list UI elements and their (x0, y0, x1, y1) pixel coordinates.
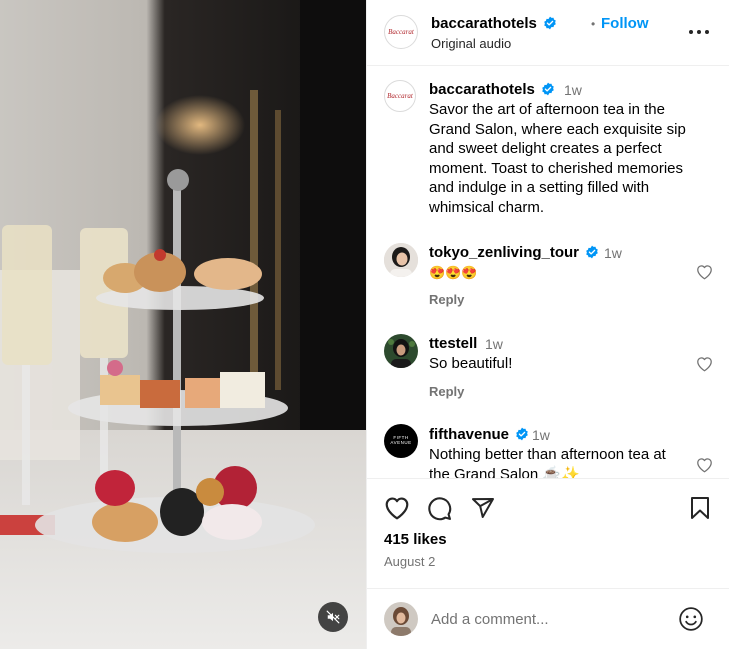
post-author-username[interactable]: baccarathotels (431, 15, 557, 32)
comment-button[interactable] (427, 496, 452, 526)
verified-icon (586, 245, 598, 258)
verified-icon (542, 82, 554, 95)
verified-icon (544, 16, 556, 29)
post-actions: 415 likes August 2 (367, 478, 729, 588)
more-icon (689, 30, 709, 34)
post-modal: Baccarat baccarathotels • Follow Origina… (0, 0, 729, 649)
verified-icon (516, 427, 528, 440)
avatar-photo (384, 334, 418, 368)
mute-button[interactable] (318, 602, 348, 632)
comment-username[interactable]: ttestell (429, 335, 477, 352)
reply-button[interactable]: Reply (429, 292, 464, 307)
avatar-logo-text: FIFTH AVENUE (390, 435, 412, 445)
share-icon (472, 498, 494, 518)
more-options-button[interactable] (687, 22, 711, 42)
avatar-logo-text: Baccarat (387, 91, 413, 100)
comment-text: So beautiful! (429, 355, 513, 372)
comment-username[interactable]: tokyo_zenliving_tour (429, 244, 599, 261)
save-button[interactable] (689, 496, 711, 525)
comment-text: Nothing better than afternoon tea at the… (429, 446, 666, 478)
comment-text: 😍😍😍 (429, 265, 478, 280)
comment-composer (367, 588, 729, 649)
post-video[interactable] (0, 0, 366, 649)
caption-text: Savor the art of afternoon tea in the Gr… (429, 101, 686, 216)
comment-time[interactable]: 1w (532, 427, 550, 443)
post-header: Baccarat baccarathotels • Follow Origina… (367, 0, 729, 66)
like-button[interactable] (384, 496, 410, 525)
avatar[interactable] (384, 243, 418, 277)
separator-dot: • (591, 17, 596, 31)
avatar[interactable]: FIFTH AVENUE (384, 424, 418, 458)
emoji-button[interactable] (678, 606, 704, 637)
afternoon-tea-image (0, 0, 366, 649)
avatar[interactable]: Baccarat (384, 80, 416, 112)
audio-link[interactable]: Original audio (431, 36, 511, 51)
like-comment-button[interactable] (696, 356, 713, 377)
emoji-icon (679, 607, 703, 631)
avatar-photo (384, 602, 418, 636)
follow-button[interactable]: Follow (601, 15, 649, 32)
avatar[interactable] (384, 334, 418, 368)
comment-time[interactable]: 1w (604, 245, 622, 261)
like-comment-button[interactable] (696, 457, 713, 478)
caption-time[interactable]: 1w (564, 82, 582, 98)
mute-icon (326, 610, 340, 624)
reply-button[interactable]: Reply (429, 384, 464, 399)
comment-icon (428, 497, 452, 521)
avatar (384, 602, 418, 636)
share-button[interactable] (471, 496, 495, 525)
avatar-logo-text: Baccarat (388, 27, 414, 36)
post-date: August 2 (384, 554, 436, 569)
post-side-panel: Baccarat baccarathotels • Follow Origina… (366, 0, 729, 649)
heart-icon (385, 497, 409, 520)
comment-input[interactable] (431, 607, 661, 631)
like-comment-button[interactable] (696, 264, 713, 285)
avatar-photo (384, 243, 418, 277)
caption-username[interactable]: baccarathotels (429, 81, 555, 98)
bookmark-icon (691, 497, 709, 519)
avatar[interactable]: Baccarat (384, 15, 418, 49)
likes-count[interactable]: 415 likes (384, 531, 447, 548)
heart-icon (697, 265, 712, 280)
comment-time[interactable]: 1w (485, 336, 503, 352)
comments-list[interactable]: Baccarat baccarathotels 1w Savor the art… (367, 66, 729, 478)
comment-username[interactable]: fifthavenue (429, 426, 529, 443)
heart-icon (697, 357, 712, 372)
heart-icon (697, 458, 712, 473)
